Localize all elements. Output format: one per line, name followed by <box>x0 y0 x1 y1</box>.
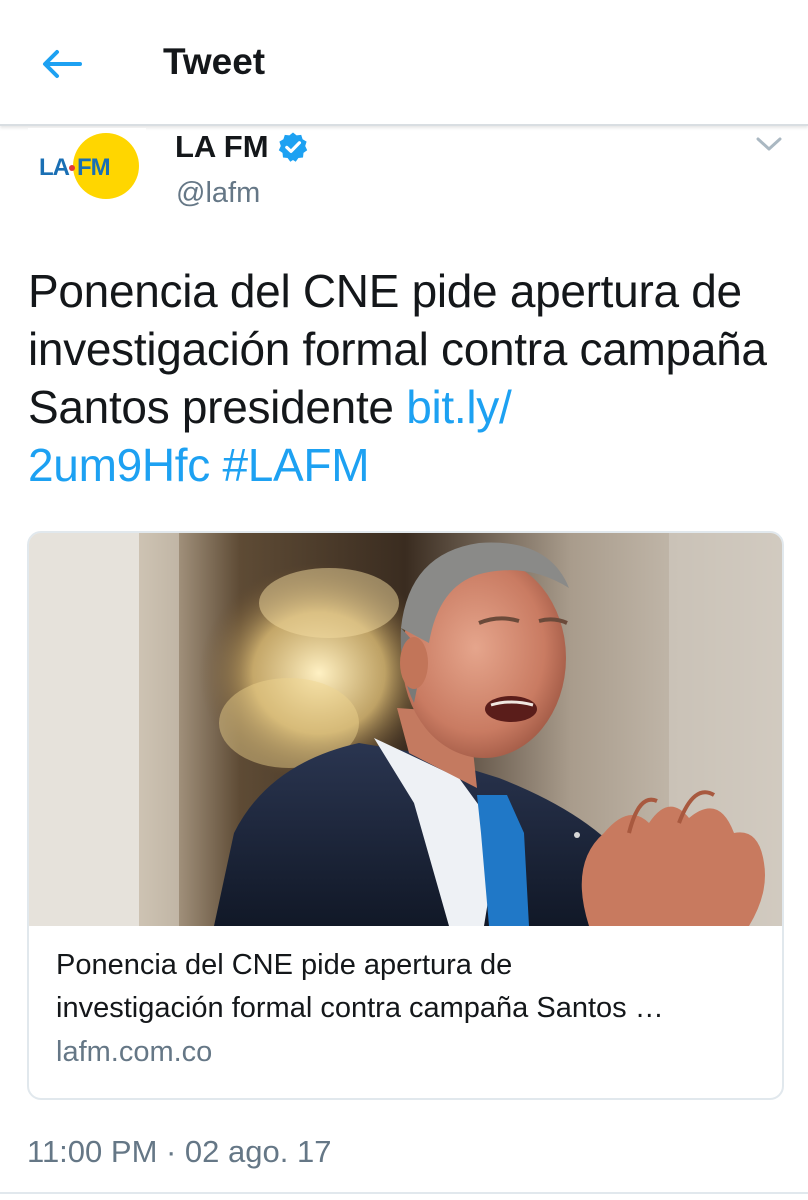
svg-text:LA: LA <box>39 154 70 181</box>
card-domain: lafm.com.co <box>56 1036 213 1068</box>
author-handle[interactable]: @lafm <box>176 175 260 211</box>
chevron-down-icon <box>756 137 782 151</box>
la-fm-logo: LA FM <box>39 133 139 199</box>
card-body: Ponencia del CNE pide apertura de invest… <box>56 944 766 1072</box>
tweet-timestamp: 11:00 PM · 02 ago. 17 <box>27 1134 332 1169</box>
tweet-detail-screen: Tweet LA FM LA FM @lafm Ponencia del CNE… <box>0 0 808 1200</box>
verified-badge-icon <box>277 131 309 163</box>
tweet-body: Ponencia del CNE pide apertura de invest… <box>28 265 767 433</box>
avatar[interactable]: LA FM <box>28 128 146 208</box>
top-app-bar: Tweet <box>0 0 808 126</box>
tweet-text: Ponencia del CNE pide apertura de invest… <box>28 262 788 494</box>
card-title-line2: investigación formal contra campaña Sant… <box>56 992 664 1024</box>
tweet-hashtag[interactable]: #LAFM <box>222 439 369 491</box>
card-title-line1: Ponencia del CNE pide apertura de <box>56 949 513 981</box>
page-title: Tweet <box>163 41 266 82</box>
tweet-options-button[interactable] <box>752 132 786 156</box>
tweet-link-part1: bit.ly/ <box>406 381 512 433</box>
author-name-text: LA FM <box>175 129 269 164</box>
back-button[interactable] <box>34 38 90 90</box>
arrow-left-icon <box>43 50 82 78</box>
link-preview-card[interactable]: Ponencia del CNE pide apertura de invest… <box>27 531 784 1100</box>
tweet-link-part2: 2um9Hfc <box>28 439 210 491</box>
author-name[interactable]: LA FM <box>175 128 309 166</box>
card-image <box>29 533 782 926</box>
svg-text:FM: FM <box>77 154 110 181</box>
divider <box>0 1192 808 1194</box>
